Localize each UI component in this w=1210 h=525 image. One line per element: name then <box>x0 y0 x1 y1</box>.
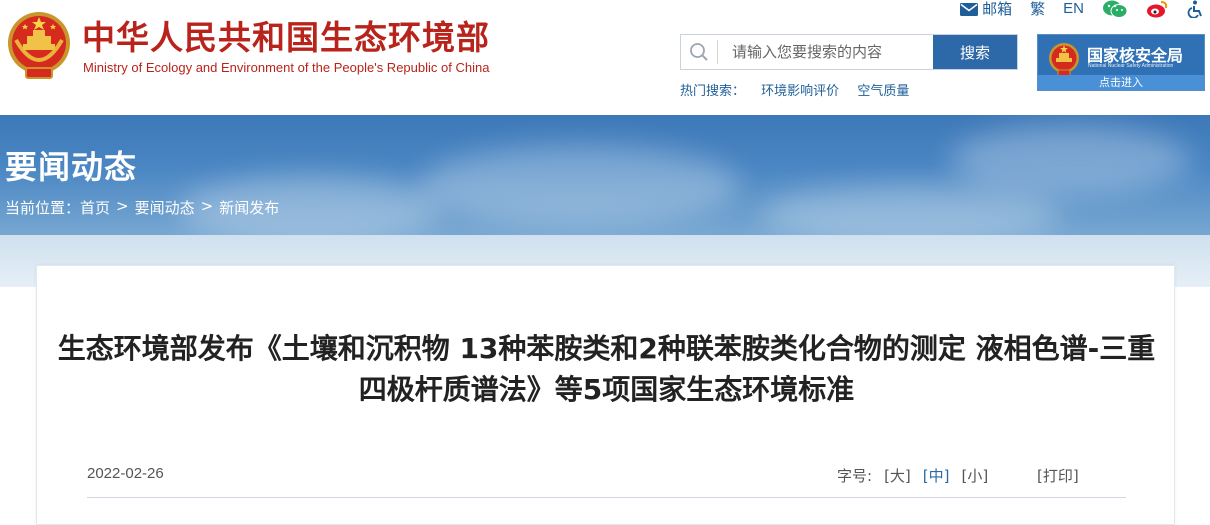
breadcrumb-news[interactable]: 要闻动态 <box>135 197 195 218</box>
breadcrumb: 当前位置： 首页 > 要闻动态 > 新闻发布 <box>5 197 279 218</box>
weibo-link[interactable] <box>1146 0 1168 18</box>
section-title: 要闻动态 <box>5 148 138 186</box>
font-size-medium-button[interactable]: [中] <box>923 465 950 486</box>
hot-search-item[interactable]: 空气质量 <box>857 84 909 99</box>
breadcrumb-prefix: 当前位置： <box>5 199 81 217</box>
font-size-label: 字号: <box>837 467 873 485</box>
nnsa-name-en: National Nuclear Safety Administration <box>1088 63 1174 69</box>
section-banner: 要闻动态 当前位置： 首页 > 要闻动态 > 新闻发布 <box>0 115 1210 287</box>
breadcrumb-separator: > <box>200 197 214 215</box>
top-utility-links: 邮箱 繁 EN <box>960 0 1204 18</box>
font-size-small-button[interactable]: [小] <box>962 465 989 486</box>
weibo-icon <box>1146 0 1168 18</box>
font-size-controls: 字号: [大] [中] [小] <box>837 465 988 486</box>
accessibility-link[interactable] <box>1186 0 1204 18</box>
nnsa-banner-link[interactable]: 国家核安全局 National Nuclear Safety Administr… <box>1037 34 1205 91</box>
wechat-icon <box>1102 0 1128 18</box>
traditional-chinese-link[interactable]: 繁 <box>1030 1 1045 17</box>
breadcrumb-home[interactable]: 首页 <box>80 197 110 218</box>
font-size-large-button[interactable]: [大] <box>884 465 911 486</box>
hot-search-label: 热门搜索： <box>680 84 746 99</box>
banner-cloud <box>420 145 740 225</box>
nnsa-emblem-icon <box>1048 42 1080 78</box>
national-emblem-icon[interactable] <box>6 10 72 82</box>
ministry-name-en[interactable]: Ministry of Ecology and Environment of t… <box>83 60 489 76</box>
wechat-link[interactable] <box>1102 0 1128 18</box>
search-input[interactable] <box>718 35 933 69</box>
article-card: 生态环境部发布《土壤和沉积物 13种苯胺类和2种联苯胺类化合物的测定 液相色谱-… <box>36 265 1175 525</box>
search-icon[interactable] <box>681 35 717 69</box>
article-meta: 2022-02-26 字号: [大] [中] [小] [打印] <box>87 465 1126 485</box>
breadcrumb-release[interactable]: 新闻发布 <box>219 197 279 218</box>
mail-link[interactable]: 邮箱 <box>960 1 1012 17</box>
meta-divider <box>87 497 1126 498</box>
publish-date: 2022-02-26 <box>87 465 164 482</box>
search-button[interactable]: 搜索 <box>933 35 1017 69</box>
hot-search-item[interactable]: 环境影响评价 <box>761 84 839 99</box>
hot-searches: 热门搜索： 环境影响评价 空气质量 <box>680 80 917 99</box>
accessibility-icon <box>1186 0 1204 18</box>
breadcrumb-separator: > <box>116 197 129 215</box>
mail-icon <box>960 2 979 16</box>
mail-label: 邮箱 <box>982 0 1013 18</box>
print-button[interactable]: [打印] <box>1037 465 1079 486</box>
banner-cloud <box>950 125 1190 195</box>
site-header: 中华人民共和国生态环境部 Ministry of Ecology and Env… <box>0 0 1210 115</box>
ministry-name-cn[interactable]: 中华人民共和国生态环境部 <box>82 18 490 58</box>
article-title: 生态环境部发布《土壤和沉积物 13种苯胺类和2种联苯胺类化合物的测定 液相色谱-… <box>57 332 1156 406</box>
english-link[interactable]: EN <box>1063 1 1084 17</box>
site-search: 搜索 <box>680 34 1018 70</box>
nnsa-enter-label: 点击进入 <box>1038 75 1204 90</box>
